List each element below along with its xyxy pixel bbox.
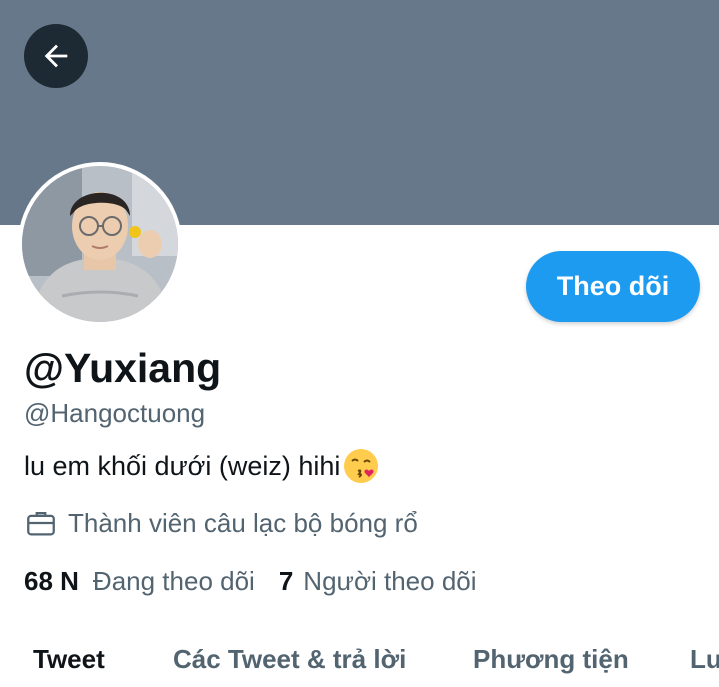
- arrow-left-icon: [39, 39, 73, 73]
- following-label: Đang theo dõi: [92, 566, 255, 596]
- profile-stats: 68 N Đang theo dõi 7 Người theo dõi: [24, 566, 501, 597]
- tab-likes[interactable]: Lu: [690, 644, 719, 675]
- following-count: 68 N: [24, 566, 79, 596]
- profile-work: Thành viên câu lạc bộ bóng rổ: [24, 506, 418, 540]
- back-button[interactable]: [24, 24, 88, 88]
- profile-tabs: Tweet Các Tweet & trả lời Phương tiện Lu: [0, 628, 719, 687]
- avatar[interactable]: [18, 162, 182, 326]
- followers-stat[interactable]: 7 Người theo dõi: [279, 566, 477, 597]
- tab-tweets[interactable]: Tweet: [33, 644, 105, 675]
- briefcase-icon: [24, 506, 58, 540]
- following-stat[interactable]: 68 N Đang theo dõi: [24, 566, 255, 597]
- tab-tweets-and-replies[interactable]: Các Tweet & trả lời: [173, 644, 406, 675]
- follow-button[interactable]: Theo dõi: [526, 251, 700, 322]
- followers-label: Người theo dõi: [303, 566, 477, 596]
- bio-text: lu em khối dưới (weiz) hihi: [24, 450, 341, 481]
- tab-media[interactable]: Phương tiện: [473, 644, 629, 675]
- user-handle: @Hangoctuong: [24, 398, 206, 428]
- kiss-emoji-icon: [342, 447, 380, 485]
- followers-count: 7: [278, 566, 294, 596]
- bio: lu em khối dưới (weiz) hihi: [24, 447, 380, 485]
- work-text: Thành viên câu lạc bộ bóng rổ: [68, 507, 418, 538]
- display-name: @Yuxiang: [24, 345, 222, 391]
